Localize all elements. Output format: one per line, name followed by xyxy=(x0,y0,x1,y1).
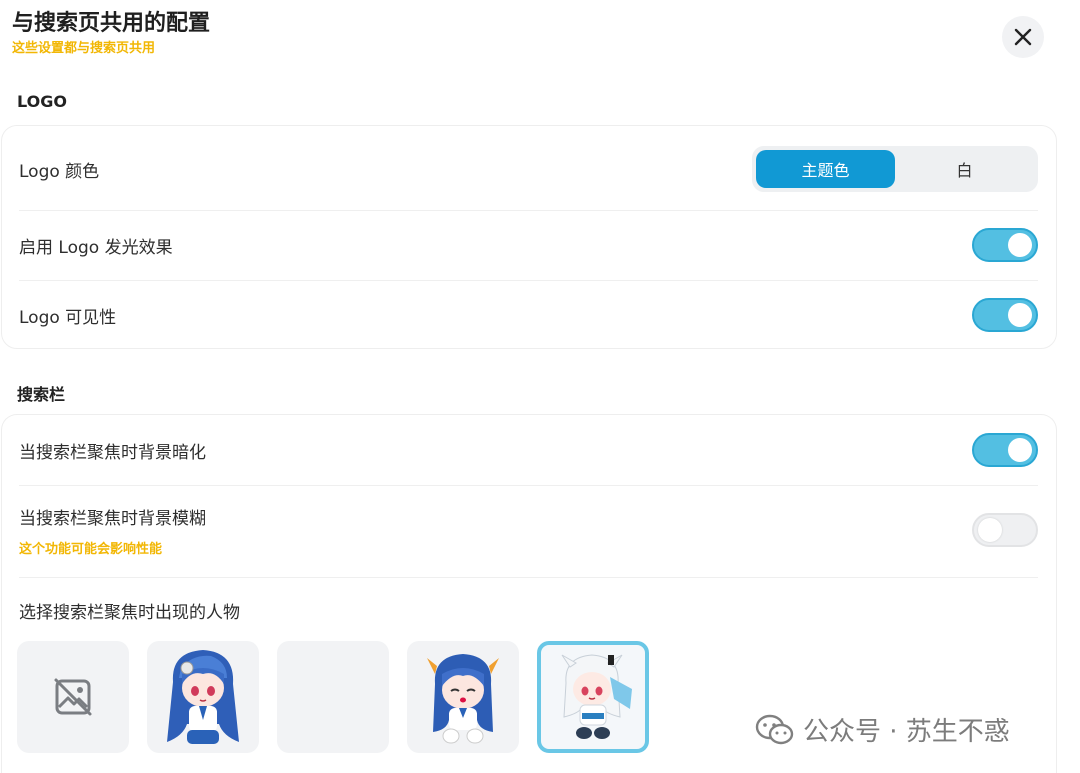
blur-background-label: 当搜索栏聚焦时背景模糊 xyxy=(19,508,206,529)
toggle-knob xyxy=(1008,438,1032,462)
logo-color-label: Logo 颜色 xyxy=(19,161,100,182)
no-image-icon xyxy=(54,678,92,716)
dialog-header: 与搜索页共用的配置 这些设置都与搜索页共用 xyxy=(12,10,210,58)
wechat-icon xyxy=(755,714,794,744)
chibi-character-image xyxy=(561,654,632,739)
logo-color-option-theme[interactable]: 主题色 xyxy=(756,150,895,188)
logo-settings-card: Logo 颜色 主题色 白 启用 Logo 发光效果 Logo 可见性 xyxy=(1,125,1057,349)
blur-background-row: 当搜索栏聚焦时背景模糊 这个功能可能会影响性能 xyxy=(19,503,1038,557)
divider xyxy=(19,485,1038,486)
dim-background-label: 当搜索栏聚焦时背景暗化 xyxy=(19,442,206,463)
blur-performance-hint: 这个功能可能会影响性能 xyxy=(19,541,163,557)
divider xyxy=(19,577,1038,578)
watermark: 公众号 · 苏生不惑 xyxy=(755,711,1010,748)
logo-color-option-white[interactable]: 白 xyxy=(895,150,1034,188)
watermark-text: 公众号 · 苏生不惑 xyxy=(803,717,1010,747)
blur-background-text: 当搜索栏聚焦时背景模糊 这个功能可能会影响性能 xyxy=(19,504,206,557)
search-section-heading: 搜索栏 xyxy=(17,385,66,404)
character-select-label: 选择搜索栏聚焦时出现的人物 xyxy=(19,602,240,623)
character-option-none[interactable] xyxy=(17,641,129,753)
chibi-character-image xyxy=(427,654,499,744)
logo-visibility-row: Logo 可见性 xyxy=(19,295,1038,335)
dialog-subtitle: 这些设置都与搜索页共用 xyxy=(12,41,156,56)
logo-glow-toggle[interactable] xyxy=(972,228,1038,262)
toggle-knob xyxy=(1008,303,1032,327)
character-picker xyxy=(17,641,649,753)
character-select-row: 选择搜索栏聚焦时出现的人物 xyxy=(19,598,1038,623)
blur-background-toggle[interactable] xyxy=(972,513,1038,547)
character-option-4-selected[interactable] xyxy=(537,641,649,753)
dim-background-toggle[interactable] xyxy=(972,433,1038,467)
close-button[interactable] xyxy=(1002,16,1044,58)
logo-section-heading: LOGO xyxy=(17,92,67,111)
character-option-3[interactable] xyxy=(407,641,519,753)
dialog-title: 与搜索页共用的配置 xyxy=(12,11,211,36)
character-option-1[interactable] xyxy=(147,641,259,753)
character-option-2[interactable] xyxy=(277,641,389,753)
divider xyxy=(19,280,1038,281)
toggle-knob xyxy=(1008,233,1032,257)
logo-color-selector: 主题色 白 xyxy=(752,146,1038,192)
dim-background-row: 当搜索栏聚焦时背景暗化 xyxy=(19,430,1038,470)
toggle-knob xyxy=(978,518,1002,542)
logo-glow-label: 启用 Logo 发光效果 xyxy=(19,237,173,258)
logo-glow-row: 启用 Logo 发光效果 xyxy=(19,225,1038,265)
logo-visibility-toggle[interactable] xyxy=(972,298,1038,332)
logo-visibility-label: Logo 可见性 xyxy=(19,307,117,328)
logo-color-row: Logo 颜色 主题色 白 xyxy=(19,144,1038,194)
chibi-character-image xyxy=(167,650,239,744)
divider xyxy=(19,210,1038,211)
close-icon xyxy=(1014,28,1032,46)
